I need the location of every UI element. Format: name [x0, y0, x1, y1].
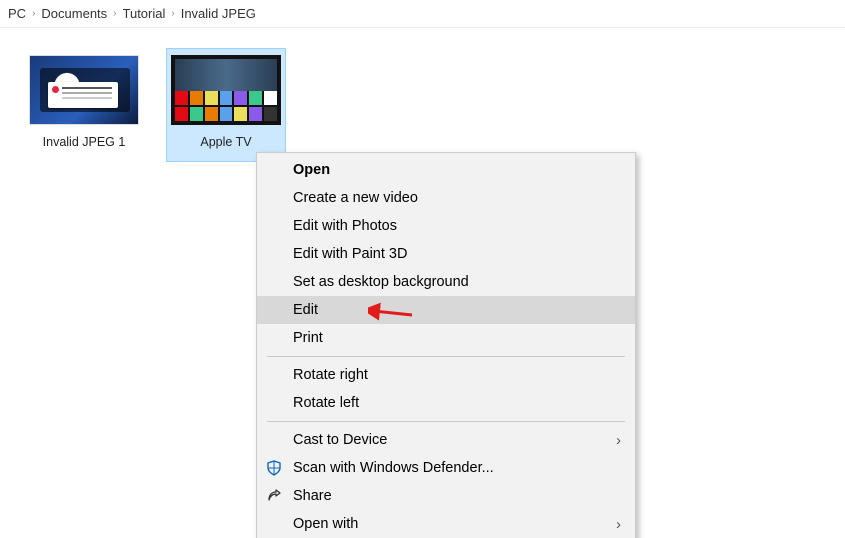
chevron-right-icon: › [32, 8, 35, 19]
chevron-right-icon: › [171, 8, 174, 19]
breadcrumb-seg-current[interactable]: Invalid JPEG [181, 6, 256, 21]
separator [267, 421, 625, 422]
chevron-right-icon: › [616, 432, 621, 449]
ctx-label: Open with [293, 516, 358, 532]
ctx-label: Print [293, 330, 323, 346]
breadcrumb[interactable]: PC › Documents › Tutorial › Invalid JPEG [0, 0, 845, 28]
ctx-open-with[interactable]: Open with › [257, 510, 635, 538]
share-icon [265, 487, 283, 505]
item-grid: Invalid JPEG 1 Apple TV [24, 48, 821, 162]
ctx-share[interactable]: Share [257, 482, 635, 510]
shield-icon [265, 459, 283, 477]
chevron-right-icon: › [616, 516, 621, 533]
ctx-scan-defender[interactable]: Scan with Windows Defender... [257, 454, 635, 482]
chevron-right-icon: › [113, 8, 116, 19]
context-menu: Open Create a new video Edit with Photos… [256, 152, 636, 538]
ctx-edit[interactable]: Edit [257, 296, 635, 324]
breadcrumb-seg-documents[interactable]: Documents [41, 6, 107, 21]
breadcrumb-seg-tutorial[interactable]: Tutorial [123, 6, 166, 21]
file-label: Invalid JPEG 1 [29, 135, 139, 149]
ctx-label: Open [293, 162, 330, 178]
ctx-set-desktop-bg[interactable]: Set as desktop background [257, 268, 635, 296]
file-thumbnail [29, 55, 139, 125]
ctx-cast-to-device[interactable]: Cast to Device › [257, 426, 635, 454]
ctx-label: Share [293, 488, 332, 504]
ctx-label: Edit with Photos [293, 218, 397, 234]
ctx-label: Scan with Windows Defender... [293, 460, 494, 476]
ctx-label: Rotate left [293, 395, 359, 411]
ctx-label: Cast to Device [293, 432, 387, 448]
ctx-edit-paint3d[interactable]: Edit with Paint 3D [257, 240, 635, 268]
ctx-create-video[interactable]: Create a new video [257, 184, 635, 212]
folder-view[interactable]: Invalid JPEG 1 Apple TV Open Create a ne… [0, 28, 845, 182]
ctx-rotate-right[interactable]: Rotate right [257, 361, 635, 389]
ctx-open[interactable]: Open [257, 156, 635, 184]
file-label: Apple TV [171, 135, 281, 149]
ctx-rotate-left[interactable]: Rotate left [257, 389, 635, 417]
ctx-print[interactable]: Print [257, 324, 635, 352]
ctx-label: Create a new video [293, 190, 418, 206]
file-item-selected[interactable]: Apple TV [166, 48, 286, 162]
file-thumbnail [171, 55, 281, 125]
ctx-edit-photos[interactable]: Edit with Photos [257, 212, 635, 240]
breadcrumb-seg-pc[interactable]: PC [8, 6, 26, 21]
ctx-label: Edit with Paint 3D [293, 246, 407, 262]
ctx-label: Set as desktop background [293, 274, 469, 290]
ctx-label: Edit [293, 302, 318, 318]
ctx-label: Rotate right [293, 367, 368, 383]
file-item[interactable]: Invalid JPEG 1 [24, 48, 144, 162]
separator [267, 356, 625, 357]
